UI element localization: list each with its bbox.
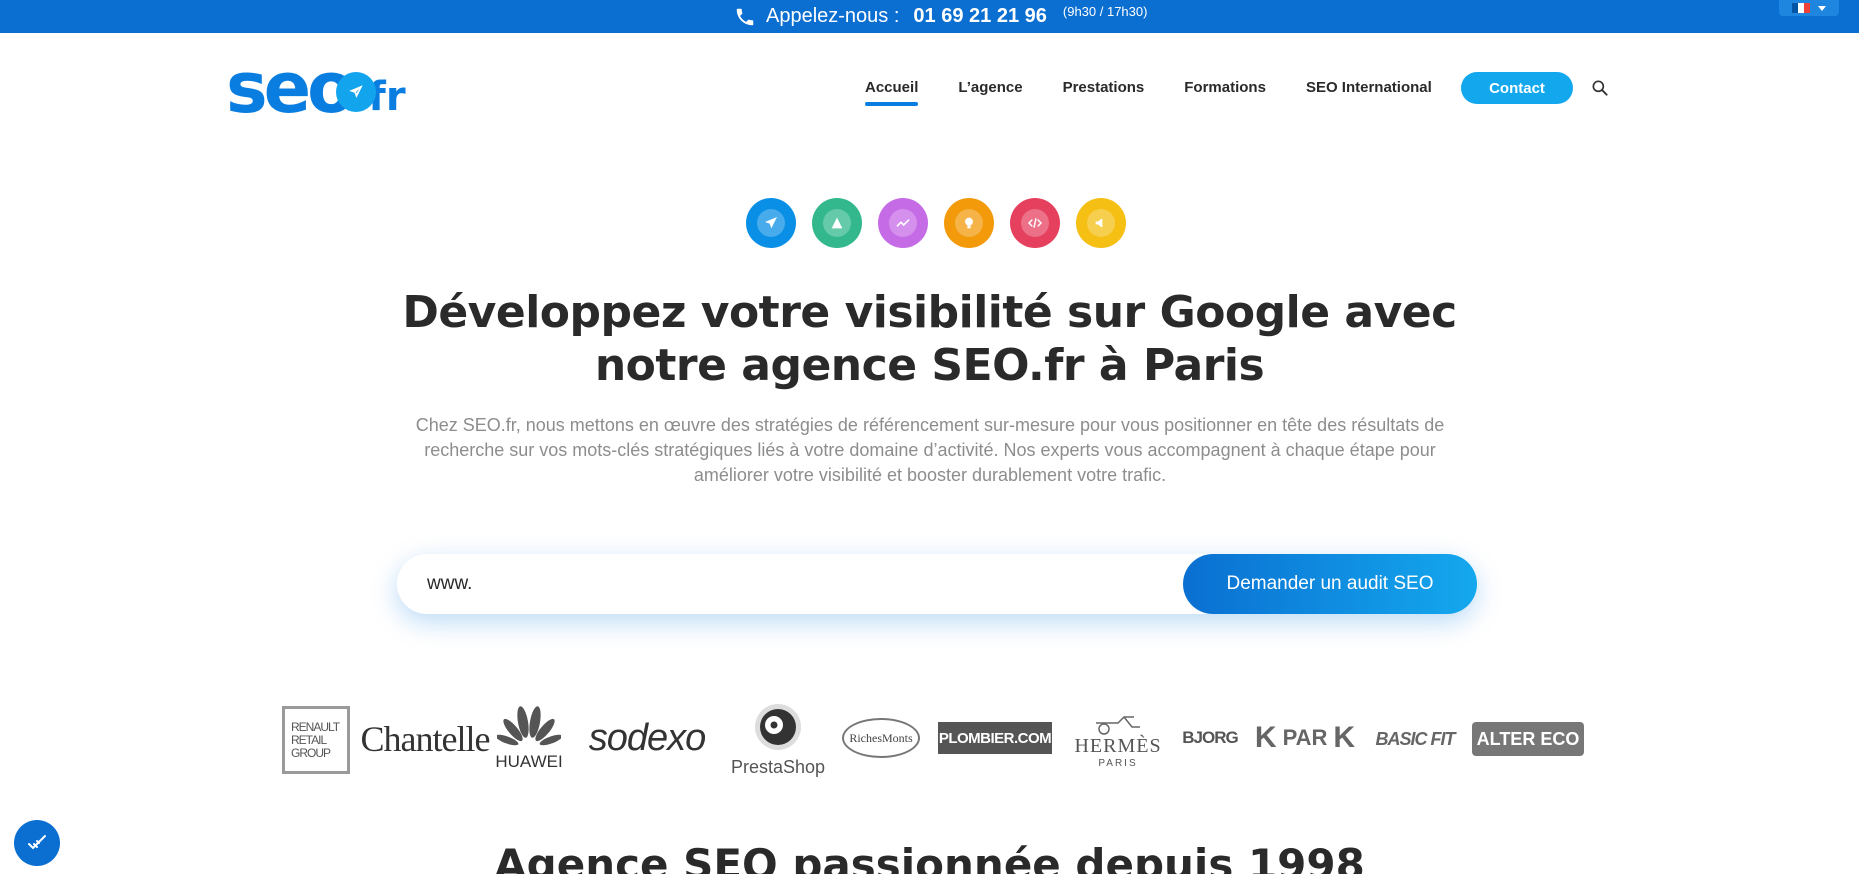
growth-icon [812, 198, 862, 248]
huawei-logo: HUAWEI [494, 698, 564, 778]
hermes-text: HERMÈS [1074, 735, 1162, 757]
chantelle-logo: Chantelle [361, 714, 491, 764]
alter-eco-text: ALTER ECO [1476, 728, 1580, 749]
checkmark-icon [28, 835, 46, 850]
bjorg-text: BJORG [1182, 728, 1238, 747]
nav-item-accueil[interactable]: Accueil [865, 76, 919, 106]
prestashop-text: PrestaShop [730, 756, 826, 777]
renault-line-3: GROUP [291, 745, 331, 760]
nav-item-seo-international[interactable]: SEO International [1306, 76, 1432, 100]
contact-button[interactable]: Contact [1461, 72, 1573, 104]
logo-wordmark: seo [226, 47, 355, 129]
prestashop-puffin-icon [755, 703, 801, 750]
basic-fit-logo: BASIC FIT [1370, 724, 1460, 754]
paper-plane-icon [746, 198, 796, 248]
section-title: Agence SEO passionnée depuis 1998 [494, 840, 1365, 874]
hermes-carriage-icon [1096, 716, 1140, 735]
kpark-logo: K PAR K [1250, 716, 1360, 760]
france-flag-icon [1792, 3, 1810, 13]
chantelle-text: Chantelle [360, 719, 491, 759]
main-navigation: Accueil L’agence Prestations Formations … [865, 76, 1472, 106]
hero-title-line-2: notre agence SEO.fr à Paris [594, 340, 1265, 391]
site-logo[interactable]: seo .fr [226, 47, 406, 129]
hero-description: Chez SEO.fr, nous mettons en œuvre des s… [415, 415, 1445, 485]
phone-number[interactable]: 01 69 21 21 96 [913, 5, 1046, 28]
kpark-k-left-icon: K [1254, 721, 1277, 754]
plombier-logo: PLOMBIER.COM [938, 722, 1052, 754]
logo-paper-plane-icon [336, 72, 376, 112]
service-icons-row [746, 198, 1126, 248]
megaphone-icon [1076, 198, 1126, 248]
office-hours: (9h30 / 17h30) [1062, 4, 1148, 19]
chevron-down-icon [1818, 5, 1826, 11]
nav-item-agence[interactable]: L’agence [958, 76, 1022, 100]
hermes-logo: HERMÈS PARIS [1068, 708, 1168, 772]
sodexo-text: sodexo [588, 716, 707, 759]
phone-call-link[interactable]: Appelez-nous : 01 69 21 21 96 (9h30 / 17… [734, 0, 1147, 33]
plombier-text: PLOMBIER.COM [938, 729, 1052, 747]
code-icon [1010, 198, 1060, 248]
client-logos: RENAULT RETAIL GROUP Chantelle HUAWEI so… [280, 694, 1590, 784]
huawei-text: HUAWEI [495, 752, 563, 771]
richesmonts-logo: RichesMonts [842, 718, 920, 758]
language-selector[interactable] [1779, 0, 1839, 16]
kpark-text: PAR [1282, 725, 1328, 750]
richesmonts-text: RichesMonts [849, 730, 913, 745]
sodexo-logo: sodexo [580, 708, 714, 768]
kpark-k-right-icon: K [1333, 721, 1356, 754]
renault-retail-group-logo: RENAULT RETAIL GROUP [282, 706, 350, 774]
request-audit-button[interactable]: Demander un audit SEO [1183, 554, 1477, 614]
floating-widget-button[interactable] [14, 820, 60, 866]
analytics-icon [878, 198, 928, 248]
call-label: Appelez-nous : [766, 5, 900, 27]
top-contact-bar: Appelez-nous : 01 69 21 21 96 (9h30 / 17… [0, 0, 1859, 33]
website-url-input[interactable] [427, 554, 1207, 614]
huawei-petals-icon [497, 706, 561, 746]
alter-eco-logo: ALTER ECO [1472, 722, 1584, 756]
search-icon[interactable] [1590, 78, 1610, 98]
bjorg-logo: BJORG [1174, 718, 1246, 758]
phone-icon [736, 8, 754, 25]
nav-item-formations[interactable]: Formations [1184, 76, 1266, 100]
seo-audit-form: Demander un audit SEO [397, 554, 1477, 614]
nav-item-prestations[interactable]: Prestations [1063, 76, 1145, 100]
hermes-city-text: PARIS [1098, 758, 1138, 769]
prestashop-logo: PrestaShop [728, 694, 828, 784]
renault-line-2: RETAIL [291, 732, 327, 747]
hero-title: Développez votre visibilité sur Google a… [0, 286, 1859, 392]
hero-title-line-1: Développez votre visibilité sur Google a… [402, 287, 1457, 338]
basic-fit-text: BASIC FIT [1375, 728, 1456, 749]
lightbulb-icon [944, 198, 994, 248]
renault-line-1: RENAULT [291, 719, 340, 734]
